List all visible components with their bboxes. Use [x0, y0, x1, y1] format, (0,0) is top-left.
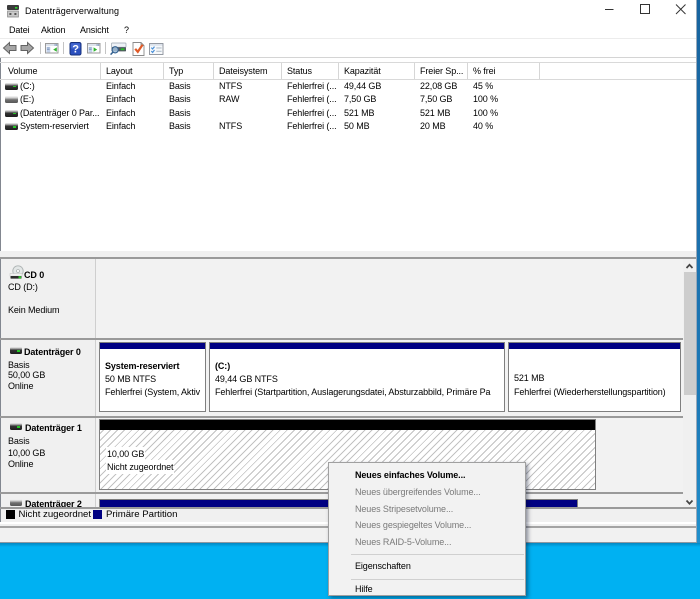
svg-text:?: ?	[72, 43, 79, 55]
